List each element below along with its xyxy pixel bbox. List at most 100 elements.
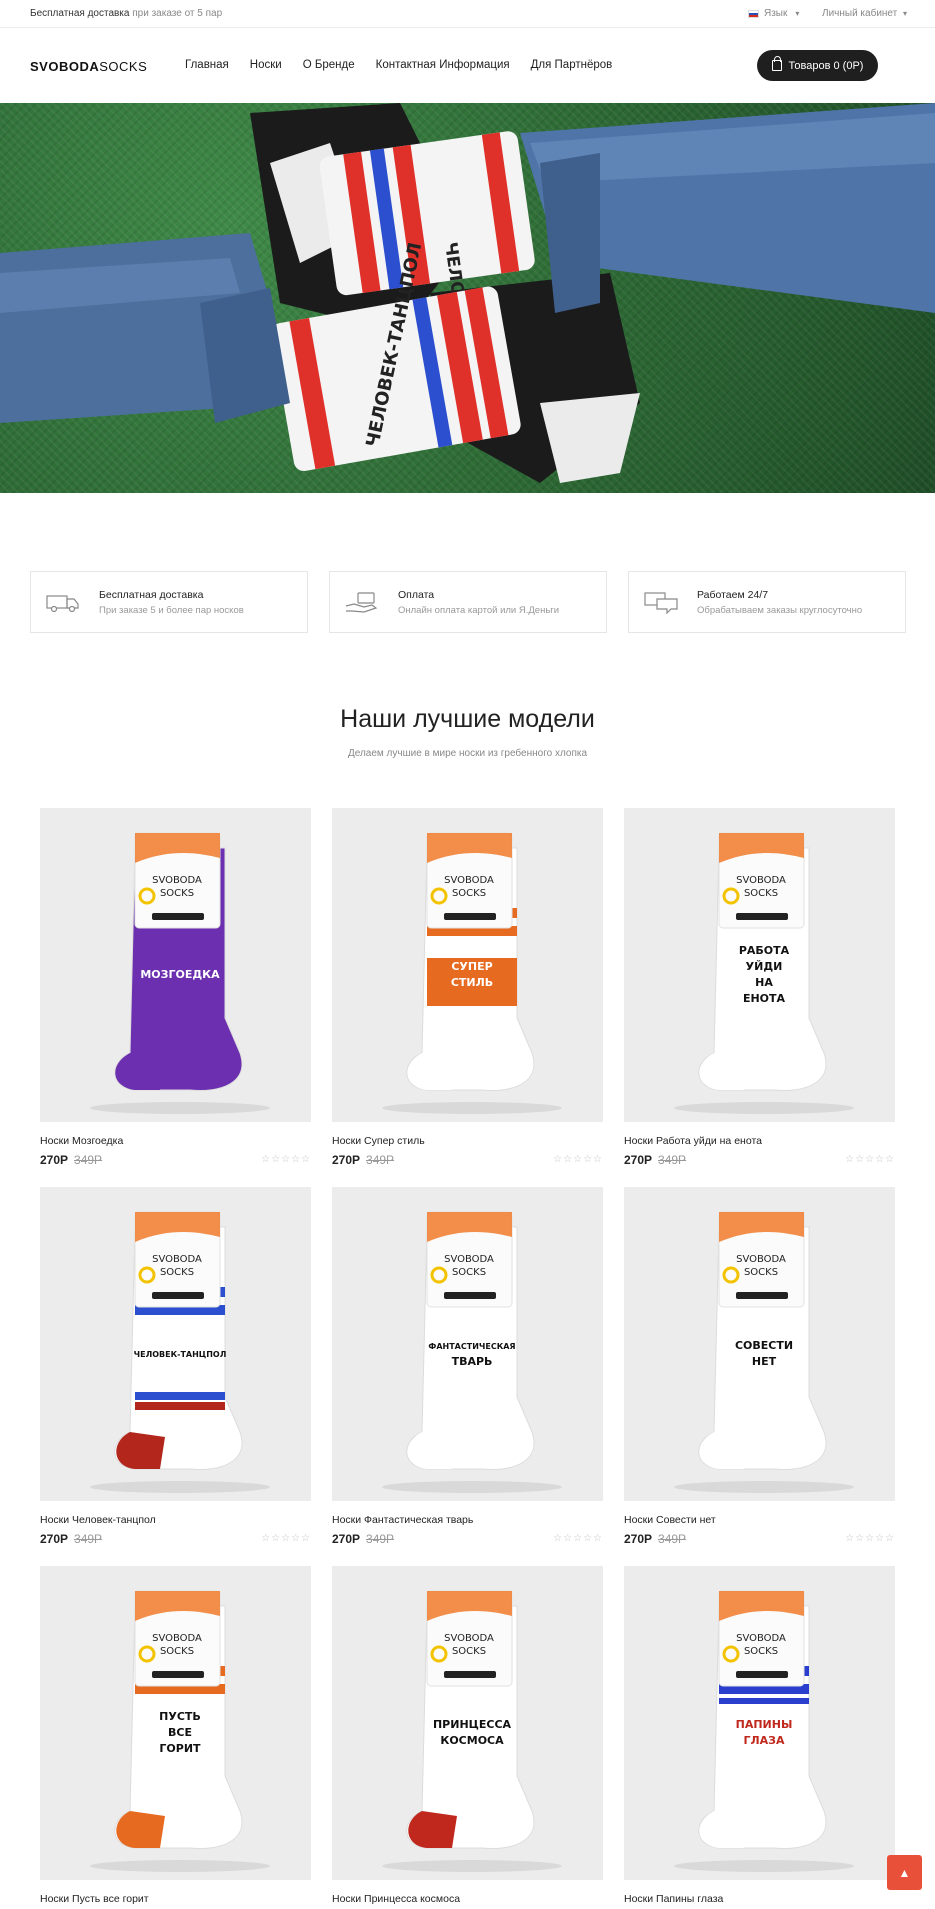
- product-image[interactable]: SVOBODA SOCKS МОЗГОЕДКА: [40, 808, 311, 1122]
- section-subtitle: Делаем лучшие в мире носки из гребенного…: [347, 748, 588, 759]
- product-card[interactable]: SVOBODA SOCKS РАБОТА УЙДИ НА ЕНОТА Носки Работ…: [624, 808, 895, 1167]
- product-image[interactable]: SVOBODA SOCKS СОВЕСТИ НЕТ: [624, 1187, 895, 1501]
- shopping-bag-icon: [771, 56, 782, 71]
- product-card[interactable]: SVOBODA SOCKS ФАНТАСТИЧЕСКАЯ ТВАРЬ Носки Фан…: [332, 1187, 603, 1546]
- old-price: 349Р: [366, 1153, 395, 1167]
- language-selector[interactable]: Язык ▾: [748, 8, 799, 19]
- current-price: 270Р: [40, 1532, 69, 1546]
- top-bar: Бесплатная доставка при заказе от 5 пар …: [0, 0, 935, 28]
- product-card[interactable]: SVOBODA SOCKS СУПЕР СТИЛЬ Носки Супер стиль 2…: [332, 808, 603, 1167]
- label-brand: SVOBODA: [736, 875, 786, 886]
- rating-stars-icon: ☆☆☆☆☆: [553, 1154, 603, 1165]
- product-card[interactable]: SVOBODA SOCKS МОЗГОЕДКА Носки Мозгоедка 270Р…: [40, 808, 311, 1167]
- product-name[interactable]: Носки Папины глаза: [624, 1893, 723, 1905]
- product-price: 270Р 349Р: [332, 1153, 394, 1167]
- product-image[interactable]: SVOBODA SOCKS ФАНТАСТИЧЕСКАЯ ТВАРЬ: [332, 1187, 603, 1501]
- site-header: SVOBODASOCKS Главная Носки О Бренде Конт…: [0, 29, 935, 103]
- nav-contacts[interactable]: Контактная Информация: [376, 59, 510, 71]
- feature-title: Бесплатная доставка: [99, 588, 204, 601]
- product-image[interactable]: SVOBODA SOCKS ПРИНЦЕССА КОСМОСА: [332, 1566, 603, 1880]
- product-card[interactable]: SVOBODA SOCKS ПРИНЦЕССА КОСМОСА Носки Принце…: [332, 1566, 603, 1905]
- rating-stars-icon: ☆☆☆☆☆: [553, 1533, 603, 1544]
- features-row: Бесплатная доставка При заказе 5 и более…: [30, 571, 906, 633]
- nav-home[interactable]: Главная: [185, 59, 229, 71]
- current-price: 270Р: [332, 1153, 361, 1167]
- label-brand-2: SOCKS: [160, 888, 194, 899]
- label-brand-2: SOCKS: [160, 1646, 194, 1657]
- cart-button[interactable]: Товаров 0 (0Р): [757, 50, 878, 81]
- arrow-up-icon: ▲: [898, 1865, 911, 1880]
- label-brand: SVOBODA: [152, 1633, 202, 1644]
- sock-print-text: ФАНТАСТИЧЕСКАЯ: [428, 1342, 515, 1351]
- product-name[interactable]: Носки Фантастическая тварь: [332, 1514, 473, 1526]
- label-brand: SVOBODA: [444, 1633, 494, 1644]
- product-price: 270Р 349Р: [40, 1153, 102, 1167]
- sock-illustration: SVOBODA SOCKS ПАПИНЫ ГЛАЗА: [674, 1590, 854, 1872]
- rating-stars-icon: ☆☆☆☆☆: [845, 1154, 895, 1165]
- sock-illustration: SVOBODA SOCKS ФАНТАСТИЧЕСКАЯ ТВАРЬ: [382, 1211, 562, 1493]
- label-brand: SVOBODA: [736, 1633, 786, 1644]
- product-image[interactable]: SVOBODA SOCKS ПУСТЬ ВСЕ ГОРИТ: [40, 1566, 311, 1880]
- nav-socks[interactable]: Носки: [250, 59, 282, 71]
- product-name[interactable]: Носки Мозгоедка: [40, 1135, 123, 1147]
- account-menu[interactable]: Личный кабинет ▾: [822, 8, 907, 19]
- label-brand-2: SOCKS: [744, 1267, 778, 1278]
- old-price: 349Р: [658, 1532, 687, 1546]
- product-image[interactable]: SVOBODA SOCKS РАБОТА УЙДИ НА ЕНОТА: [624, 808, 895, 1122]
- promo-main: Бесплатная доставка: [30, 8, 130, 19]
- russian-flag-icon: [748, 9, 759, 18]
- product-card[interactable]: SVOBODA SOCKS ЧЕЛОВЕК-ТАНЦПОЛ Носки Человек…: [40, 1187, 311, 1546]
- product-card[interactable]: SVOBODA SOCKS СОВЕСТИ НЕТ Носки Совести нет 2…: [624, 1187, 895, 1546]
- sock-print-text: СОВЕСТИ: [735, 1339, 793, 1352]
- product-name[interactable]: Носки Работа уйди на енота: [624, 1135, 762, 1147]
- sock-illustration: SVOBODA SOCKS ПРИНЦЕССА КОСМОСА: [382, 1590, 562, 1872]
- sock-print-text: НА: [755, 976, 773, 989]
- product-price: 270Р 349Р: [624, 1532, 686, 1546]
- brand-logo[interactable]: SVOBODASOCKS: [30, 59, 147, 74]
- sock-print-text: ЧЕЛОВЕК-ТАНЦПОЛ: [134, 1350, 227, 1359]
- label-brand-2: SOCKS: [452, 888, 486, 899]
- shipping-promo: Бесплатная доставка при заказе от 5 пар: [30, 8, 222, 19]
- rating-stars-icon: ☆☆☆☆☆: [261, 1154, 311, 1165]
- hero-banner: ЧЕЛОВЕК-ТАНЦПОЛ ЧЕЛОВЕК-ТАНЦПОЛ: [0, 103, 935, 493]
- feature-subtitle: Обрабатываем заказы круглосуточно: [697, 604, 863, 616]
- chevron-down-icon: ▾: [903, 9, 908, 18]
- product-price: 270Р 349Р: [332, 1532, 394, 1546]
- sock-print-text: ГОРИТ: [159, 1742, 201, 1755]
- nav-partners[interactable]: Для Партнёров: [531, 59, 613, 71]
- product-name[interactable]: Носки Совести нет: [624, 1514, 716, 1526]
- product-card[interactable]: SVOBODA SOCKS ПУСТЬ ВСЕ ГОРИТ Носки Пусть все…: [40, 1566, 311, 1905]
- promo-rest: при заказе от 5 пар: [132, 8, 223, 19]
- scroll-top-button[interactable]: ▲: [887, 1855, 922, 1890]
- chat-icon: [644, 592, 678, 614]
- sock-illustration: SVOBODA SOCKS МОЗГОЕДКА: [90, 832, 270, 1114]
- product-image[interactable]: SVOBODA SOCKS ЧЕЛОВЕК-ТАНЦПОЛ: [40, 1187, 311, 1501]
- current-price: 270Р: [624, 1532, 653, 1546]
- chevron-down-icon: ▾: [795, 9, 800, 18]
- product-name[interactable]: Носки Принцесса космоса: [332, 1893, 460, 1905]
- nav-about[interactable]: О Бренде: [303, 59, 355, 71]
- sock-print-text: МОЗГОЕДКА: [140, 968, 220, 981]
- hand-card-icon: [345, 592, 378, 613]
- product-price: 270Р 349Р: [40, 1532, 102, 1546]
- feature-title: Оплата: [398, 588, 435, 601]
- label-brand-2: SOCKS: [744, 1646, 778, 1657]
- product-name[interactable]: Носки Человек-танцпол: [40, 1514, 156, 1526]
- sock-print-text: КОСМОСА: [440, 1734, 504, 1747]
- feature-title: Работаем 24/7: [697, 588, 769, 601]
- old-price: 349Р: [74, 1532, 103, 1546]
- label-brand-2: SOCKS: [744, 888, 778, 899]
- product-card[interactable]: SVOBODA SOCKS ПАПИНЫ ГЛАЗА Носки Папины глаз…: [624, 1566, 895, 1905]
- current-price: 270Р: [624, 1153, 653, 1167]
- sock-illustration: SVOBODA SOCKS СОВЕСТИ НЕТ: [674, 1211, 854, 1493]
- product-image[interactable]: SVOBODA SOCKS СУПЕР СТИЛЬ: [332, 808, 603, 1122]
- account-label: Личный кабинет: [822, 8, 898, 19]
- product-image[interactable]: SVOBODA SOCKS ПАПИНЫ ГЛАЗА: [624, 1566, 895, 1880]
- sock-illustration: SVOBODA SOCKS РАБОТА УЙДИ НА ЕНОТА: [674, 832, 854, 1114]
- product-name[interactable]: Носки Пусть все горит: [40, 1893, 149, 1905]
- sock-print-text: ПАПИНЫ: [736, 1718, 793, 1731]
- rating-stars-icon: ☆☆☆☆☆: [845, 1533, 895, 1544]
- sock-print-text: ЕНОТА: [743, 992, 786, 1005]
- product-name[interactable]: Носки Супер стиль: [332, 1135, 425, 1147]
- feature-subtitle: Онлайн оплата картой или Я.Деньги: [398, 604, 560, 616]
